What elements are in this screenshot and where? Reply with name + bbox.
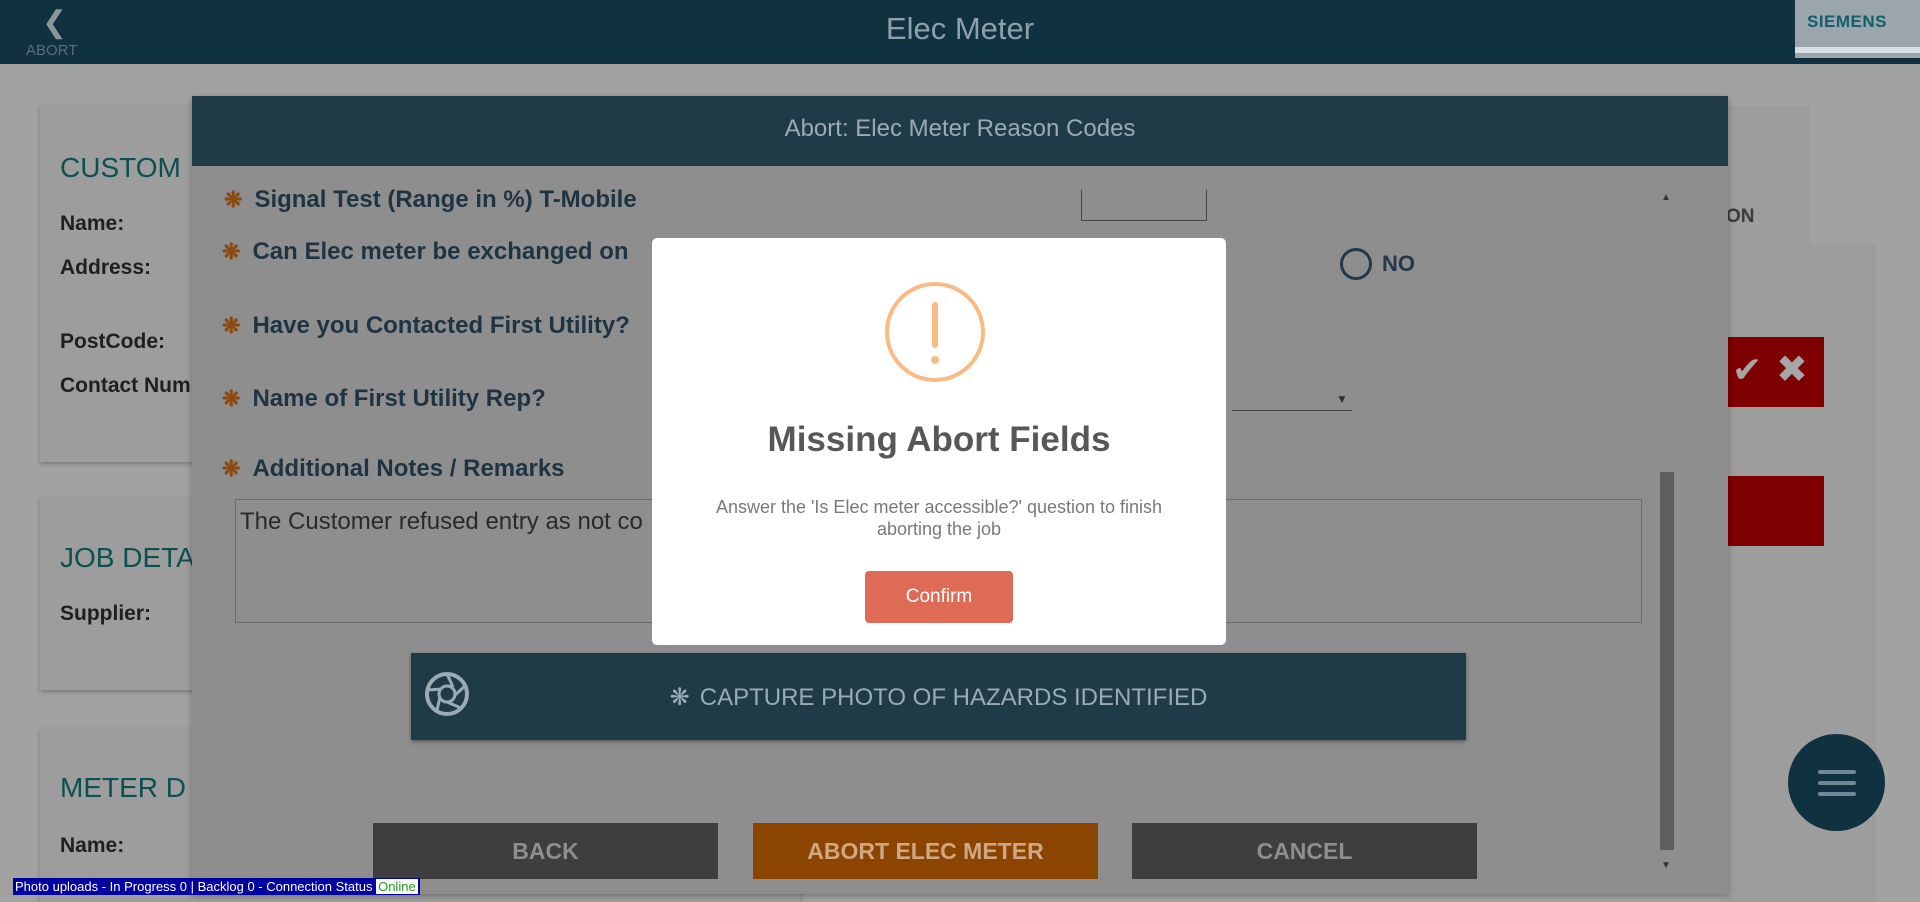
warning-icon [885, 282, 985, 382]
back-button[interactable]: BACK [373, 823, 718, 879]
signal-test-input[interactable] [1081, 190, 1207, 221]
question-notes: ❋ Additional Notes / Remarks [222, 455, 565, 482]
customer-card-title: CUSTOM [60, 152, 181, 183]
close-icon[interactable]: ✖ [1776, 347, 1808, 392]
required-icon: ❋ [222, 386, 241, 411]
alert-title: Missing Abort Fields [767, 420, 1111, 459]
question-rep-name: ❋ Name of First Utility Rep? [222, 385, 546, 412]
check-icon[interactable]: ✔ [1732, 349, 1762, 391]
meter-field-name: Name: [60, 834, 125, 857]
abort-elec-meter-button[interactable]: ABORT ELEC METER [753, 823, 1098, 879]
meter-card-title: METER D [60, 772, 186, 803]
customer-field-name: Name: [60, 212, 125, 235]
notes-value: The Customer refused entry as not co [240, 508, 643, 535]
dropdown-arrow-icon[interactable]: ▼ [1336, 392, 1348, 406]
hamburger-icon [1818, 770, 1856, 774]
right-panel-fragment: ON [1726, 206, 1755, 227]
hamburger-icon-line [1818, 781, 1856, 785]
missing-fields-alert: Missing Abort Fields Answer the 'Is Elec… [652, 238, 1226, 645]
scroll-down-icon[interactable]: ▼ [1661, 860, 1671, 871]
radio-no[interactable] [1340, 248, 1372, 280]
required-icon: ❋ [224, 187, 243, 212]
brand-text: SIEMENS [1807, 12, 1888, 31]
required-icon: ❋ [222, 313, 241, 338]
status-text: Photo uploads - In Progress 0 | Backlog … [15, 879, 373, 894]
confirm-button[interactable]: Confirm [865, 571, 1013, 623]
customer-field-address: Address: [60, 256, 152, 279]
approve-reject-bar: ✔ ✖ [1726, 337, 1824, 407]
required-icon: ❋ [669, 684, 690, 711]
brand-logo: SIEMENS [1795, 0, 1920, 58]
capture-photo-label: CAPTURE PHOTO OF HAZARDS IDENTIFIED [699, 684, 1208, 711]
required-icon: ❋ [222, 456, 241, 481]
dialog-title: Abort: Elec Meter Reason Codes [192, 96, 1728, 166]
cancel-button[interactable]: CANCEL [1132, 823, 1477, 879]
connection-status: Online [376, 879, 418, 894]
top-bar: ❮ ABORT Elec Meter SIEMENS [0, 0, 1920, 64]
menu-fab-button[interactable] [1788, 734, 1885, 831]
alert-message: Answer the 'Is Elec meter accessible?' q… [715, 497, 1163, 539]
question-exchange: ❋ Can Elec meter be exchanged on [222, 238, 629, 265]
option-no-label: NO [1382, 251, 1415, 276]
page-title: Elec Meter [885, 11, 1035, 46]
customer-field-contact: Contact Num [60, 374, 191, 397]
job-field-supplier: Supplier: [60, 602, 152, 625]
customer-field-postcode: PostCode: [60, 330, 165, 353]
hamburger-icon-line [1818, 792, 1856, 796]
dialog-scrollbar[interactable]: ▲ ▼ [1658, 192, 1676, 882]
rep-name-dropdown[interactable] [1232, 410, 1352, 411]
brand-underline [1795, 47, 1920, 53]
red-panel [1726, 476, 1824, 546]
scroll-thumb[interactable] [1660, 472, 1674, 850]
capture-photo-button[interactable]: ❋ CAPTURE PHOTO OF HAZARDS IDENTIFIED [411, 653, 1466, 740]
job-card-title: JOB DETA [60, 542, 195, 573]
question-signal-test: ❋ Signal Test (Range in %) T-Mobile [224, 186, 637, 213]
status-bar: Photo uploads - In Progress 0 | Backlog … [13, 878, 420, 895]
question-contacted: ❋ Have you Contacted First Utility? [222, 312, 630, 339]
required-icon: ❋ [222, 239, 241, 264]
scroll-up-icon[interactable]: ▲ [1661, 192, 1671, 203]
